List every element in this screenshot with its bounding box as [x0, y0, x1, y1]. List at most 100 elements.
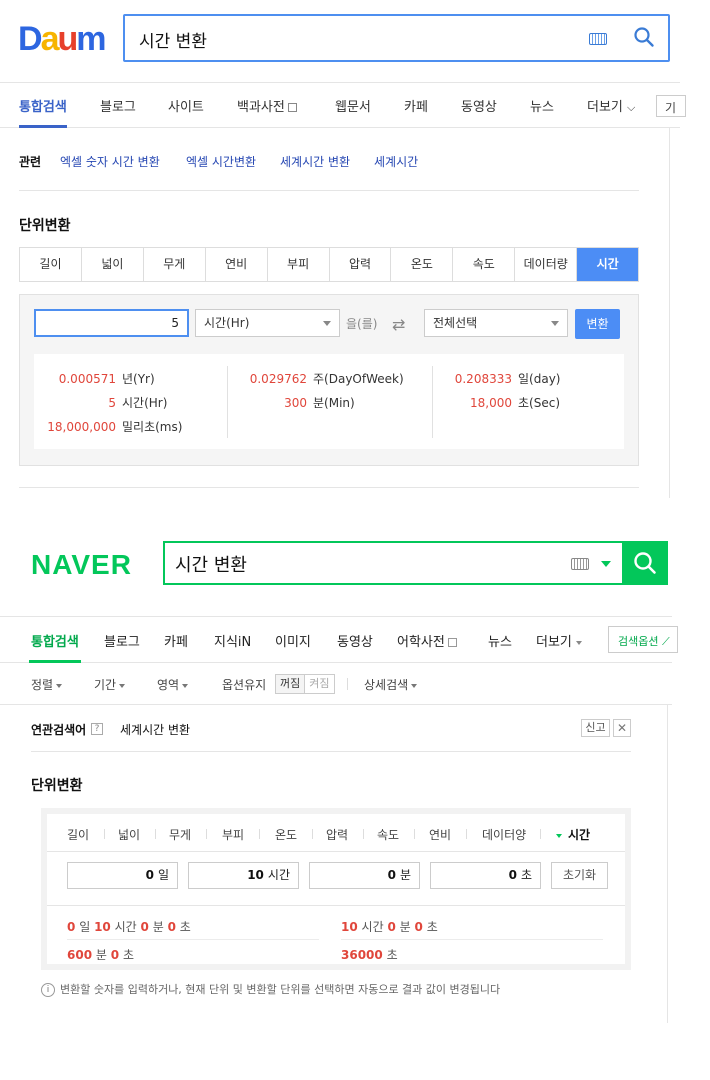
daum-tab-blog[interactable]: 블로그	[100, 96, 136, 115]
daum-from-unit-select[interactable]: 시간(Hr)	[195, 309, 340, 337]
right-column-border	[667, 705, 668, 1023]
related-link[interactable]: 엑셀 시간변환	[186, 153, 256, 170]
unit-tab-speed[interactable]: 속도	[377, 826, 399, 843]
naver-logo[interactable]: NAVER	[31, 549, 132, 581]
search-icon[interactable]	[633, 26, 655, 52]
keyboard-icon[interactable]	[571, 558, 589, 570]
search-options-button[interactable]: 검색옵션 ⟋	[608, 626, 678, 653]
daum-tab-encyclopedia[interactable]: 백과사전	[237, 96, 297, 115]
daum-tab-all[interactable]: 통합검색	[19, 96, 67, 115]
result-unit: 분	[399, 920, 411, 934]
second-input[interactable]: 0초	[430, 862, 541, 889]
unit-tab-volume[interactable]: 부피	[268, 248, 330, 281]
naver-tab-all[interactable]: 통합검색	[31, 631, 79, 650]
daum-to-unit-select[interactable]: 전체선택	[424, 309, 568, 337]
filter-period[interactable]: 기간	[94, 676, 126, 693]
tab-divider	[206, 829, 207, 839]
daum-tab-web[interactable]: 웹문서	[335, 96, 371, 115]
naver-search-input[interactable]	[175, 551, 555, 577]
column-divider	[432, 366, 433, 438]
from-unit-label: 시간(Hr)	[204, 316, 250, 330]
naver-tab-cafe[interactable]: 카페	[164, 631, 188, 650]
related-link[interactable]: 엑셀 숫자 시간 변환	[60, 153, 160, 170]
close-icon[interactable]: ✕	[613, 719, 631, 737]
naver-converter-panel: 길이 넓이 무게 부피 온도 압력 속도 연비 데이터양 시간 0일 10 시간 …	[41, 808, 631, 970]
daum-nav-tabs: 통합검색 블로그 사이트 백과사전 웹문서 카페 동영상 뉴스 더보기 ⌵ 기	[0, 82, 686, 128]
unit-tab-volume[interactable]: 부피	[222, 826, 244, 843]
help-icon[interactable]: ?	[91, 723, 103, 735]
daum-logo[interactable]: Daum	[18, 20, 107, 58]
chevron-down-icon: ⌵	[627, 101, 636, 114]
filter-sort[interactable]: 정렬	[31, 676, 63, 693]
filter-area[interactable]: 영역	[157, 676, 189, 693]
day-input[interactable]: 0일	[67, 862, 178, 889]
naver-tab-kin[interactable]: 지식iN	[214, 631, 251, 650]
naver-tab-video[interactable]: 동영상	[337, 631, 373, 650]
toggle-on-option[interactable]: 켜짐	[305, 675, 333, 693]
unit-tab-temperature[interactable]: 온도	[275, 826, 297, 843]
naver-tab-image[interactable]: 이미지	[275, 631, 311, 650]
hour-unit: 시간	[267, 868, 290, 882]
filter-period-label: 기간	[94, 678, 117, 692]
toggle-off-option[interactable]: 꺼짐	[276, 675, 306, 693]
report-button[interactable]: 신고	[581, 719, 610, 737]
result-unit: 시간	[361, 920, 384, 934]
daum-results-table: 0.000571 년(Yr) 5 시간(Hr) 18,000,000 밀리초(ms) …	[34, 354, 624, 449]
unit-tab-data[interactable]: 데이터양	[482, 826, 526, 843]
daum-search-input[interactable]	[139, 26, 559, 52]
related-heading: 연관검색어	[31, 723, 87, 737]
related-link[interactable]: 세계시간	[374, 153, 418, 170]
caret-down-icon	[119, 683, 126, 688]
daum-tab-video[interactable]: 동영상	[461, 96, 497, 115]
naver-search-button[interactable]	[622, 541, 668, 585]
naver-tab-dictionary[interactable]: 어학사전	[397, 631, 457, 650]
daum-search-box	[123, 14, 670, 62]
naver-tab-blog[interactable]: 블로그	[104, 631, 140, 650]
daum-tab-cafe[interactable]: 카페	[404, 96, 428, 115]
unit-tab-time[interactable]: 시간	[556, 826, 590, 843]
daum-value-input[interactable]: 5	[34, 309, 189, 337]
unit-tab-length[interactable]: 길이	[67, 826, 89, 843]
result-value: 0	[110, 948, 120, 962]
search-options-label: 검색옵션	[618, 635, 659, 648]
naver-time-inputs: 0일 10 시간 0분 0초 초기화	[47, 852, 625, 906]
daum-tab-site[interactable]: 사이트	[168, 96, 204, 115]
unit-tab-data[interactable]: 데이터량	[515, 248, 578, 281]
result-divider	[341, 939, 603, 940]
unit-tab-weight[interactable]: 무게	[169, 826, 191, 843]
unit-tab-area[interactable]: 넓이	[118, 826, 140, 843]
convert-button[interactable]: 변환	[575, 309, 620, 339]
daum-tab-more[interactable]: 더보기 ⌵	[587, 96, 635, 115]
related-link[interactable]: 세계시간 변환	[120, 721, 190, 738]
unit-tab-time[interactable]: 시간	[577, 248, 639, 281]
result-unit: 시간	[114, 920, 137, 934]
tab-divider	[104, 829, 105, 839]
autocomplete-dropdown-icon[interactable]	[601, 561, 611, 567]
filter-advanced[interactable]: 상세검색	[364, 676, 418, 693]
related-link[interactable]: 세계시간 변환	[280, 153, 350, 170]
unit-tab-weight[interactable]: 무게	[144, 248, 206, 281]
daum-nav-extra-box[interactable]: 기	[656, 95, 686, 117]
result-value: 0.208333	[454, 372, 512, 386]
unit-tab-temperature[interactable]: 온도	[391, 248, 454, 281]
naver-tab-news[interactable]: 뉴스	[488, 631, 512, 650]
naver-converter-inner: 길이 넓이 무게 부피 온도 압력 속도 연비 데이터양 시간 0일 10 시간 …	[47, 814, 625, 964]
unit-tab-pressure[interactable]: 압력	[330, 248, 392, 281]
keep-option-toggle[interactable]: 꺼짐 켜짐	[275, 674, 335, 694]
unit-tab-pressure[interactable]: 압력	[326, 826, 348, 843]
naver-tab-more[interactable]: 더보기	[536, 631, 582, 650]
naver-tab-more-label: 더보기	[536, 635, 572, 650]
unit-tab-fuel[interactable]: 연비	[429, 826, 451, 843]
daum-tab-news[interactable]: 뉴스	[530, 96, 554, 115]
swap-arrows-icon[interactable]: ⇄	[392, 315, 405, 334]
unit-tab-length[interactable]: 길이	[20, 248, 82, 281]
keyboard-icon[interactable]	[589, 33, 607, 45]
unit-tab-speed[interactable]: 속도	[453, 248, 516, 281]
unit-tab-area[interactable]: 넓이	[82, 248, 144, 281]
reset-button[interactable]: 초기화	[551, 862, 608, 889]
hour-input[interactable]: 10 시간	[188, 862, 299, 889]
minute-value: 0	[387, 868, 396, 882]
unit-tab-fuel[interactable]: 연비	[206, 248, 268, 281]
minute-input[interactable]: 0분	[309, 862, 420, 889]
tab-divider	[540, 829, 541, 839]
